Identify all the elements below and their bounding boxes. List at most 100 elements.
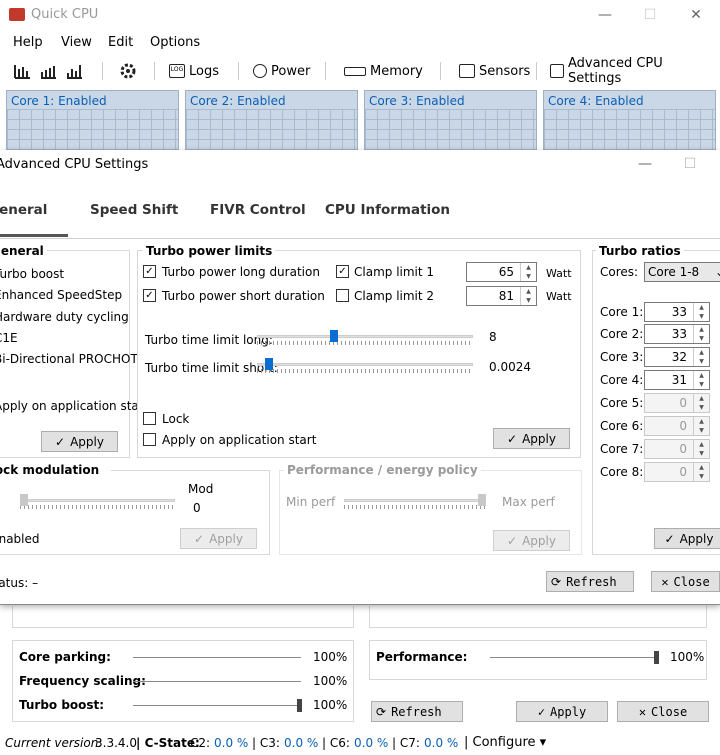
perf-energy-slider[interactable] — [344, 494, 486, 510]
turbo-ratios-apply-button[interactable]: ✓ Apply — [654, 528, 720, 549]
turbo-boost-checkbox[interactable]: Turbo boost — [0, 267, 64, 281]
power-button[interactable]: Power — [253, 60, 310, 82]
dialog-tabs: General Speed Shift FIVR Control CPU Inf… — [0, 192, 720, 238]
minimize-button[interactable]: — — [590, 4, 620, 26]
frequency-scaling-label: Frequency scaling: — [19, 674, 146, 688]
c1e-checkbox[interactable]: C1E — [0, 331, 18, 345]
turbo-long-watt-input[interactable]: 65 ▲ ▼ — [466, 262, 537, 282]
maximize-button[interactable]: ☐ — [635, 4, 665, 26]
core-ratio-label: Core 8: — [600, 465, 644, 479]
dialog-close-button[interactable]: ✕ Close — [651, 571, 720, 592]
sensors-label: Sensors — [479, 63, 531, 79]
bar-chart-icon-3[interactable] — [66, 60, 84, 82]
core-graph-2: Core 2: Enabled — [185, 90, 358, 150]
menu-help[interactable]: Help — [13, 35, 43, 50]
core-graph-4: Core 4: Enabled — [543, 90, 716, 150]
turbo-power-long-checkbox[interactable]: ✓ — [143, 265, 156, 278]
core-ratio-label: Core 2: — [600, 327, 644, 341]
frequency-scaling-slider[interactable] — [133, 681, 301, 682]
core-ratio-input[interactable]: 0 ▲ ▼ — [644, 439, 710, 459]
tab-general[interactable]: General — [0, 202, 47, 218]
turbo-power-short-label: Turbo power short duration — [162, 289, 325, 303]
performance-slider[interactable] — [490, 657, 658, 658]
core-ratio-label: Core 7: — [600, 442, 644, 456]
menu-edit[interactable]: Edit — [108, 35, 133, 50]
core-ratio-input[interactable]: 31 ▲ ▼ — [644, 370, 710, 390]
turbo-apply-on-start-label: Apply on application start — [162, 433, 317, 447]
core-ratio-label: Core 3: — [600, 350, 644, 364]
turbo-time-short-slider[interactable] — [257, 358, 473, 374]
advanced-cpu-settings-button[interactable]: Advanced CPU Settings — [550, 56, 720, 86]
turbo-power-apply-button[interactable]: ✓ Apply — [493, 428, 570, 449]
core-ratio-input[interactable]: 32 ▲ ▼ — [644, 347, 710, 367]
toolbar-separator — [536, 62, 537, 80]
core-graph-3: Core 3: Enabled — [364, 90, 537, 150]
core-ratio-input[interactable]: 33 ▲ ▼ — [644, 302, 710, 322]
frequency-scaling-value: 100% — [313, 674, 348, 688]
close-button-main[interactable]: ✕ Close — [617, 701, 709, 722]
core-ratio-input[interactable]: 0 ▲ ▼ — [644, 416, 710, 436]
clamp-limit-1-checkbox[interactable]: ✓ — [336, 265, 349, 278]
turbo-time-short-value: 0.0024 — [489, 360, 531, 374]
core-parking-slider[interactable] — [133, 657, 301, 658]
general-apply-button[interactable]: ✓ Apply — [41, 431, 118, 452]
menu-options[interactable]: Options — [150, 35, 200, 50]
turbo-short-watt-input[interactable]: 81 ▲ ▼ — [466, 286, 537, 306]
clock-modulation-apply-button[interactable]: ✓ Apply — [180, 528, 257, 549]
apply-button-main[interactable]: ✓ Apply — [516, 701, 608, 722]
tab-speed-shift[interactable]: Speed Shift — [90, 202, 178, 218]
core-parking-value: 100% — [313, 650, 348, 664]
version-label: Current version: — [5, 736, 103, 750]
close-button[interactable]: ✕ — [681, 4, 711, 26]
gear-icon[interactable] — [119, 60, 137, 82]
turbo-ratios-title: Turbo ratios — [596, 244, 684, 258]
lock-checkbox[interactable] — [143, 412, 156, 425]
tab-fivr-control[interactable]: FIVR Control — [210, 202, 306, 218]
enhanced-speedstep-checkbox[interactable]: Enhanced SpeedStep — [0, 288, 122, 302]
bar-chart-icon-1[interactable] — [14, 60, 32, 82]
dialog-minimize-button[interactable]: — — [630, 153, 660, 175]
core-graph-1: Core 1: Enabled — [6, 90, 179, 150]
advanced-cpu-settings-label: Advanced CPU Settings — [567, 56, 663, 86]
turbo-boost-slider-thumb[interactable] — [297, 699, 302, 712]
refresh-label: Refresh — [566, 574, 617, 589]
dialog-maximize-button[interactable]: ☐ — [675, 153, 705, 175]
performance-slider-thumb[interactable] — [654, 651, 659, 664]
apply-label: Apply — [679, 531, 714, 546]
core-ratio-input[interactable]: 33 ▲ ▼ — [644, 324, 710, 344]
bottom-left-panel-top — [12, 606, 354, 628]
core-graph-label: Core 2: Enabled — [190, 94, 286, 108]
toolbar-separator — [440, 62, 441, 80]
turbo-power-short-checkbox[interactable]: ✓ — [143, 289, 156, 302]
turbo-time-long-slider[interactable] — [257, 330, 473, 346]
memory-button[interactable]: Memory — [344, 60, 423, 82]
status-bar: Current version: 3.3.4.0 | C-State: C2: … — [0, 733, 720, 755]
perf-apply-button[interactable]: ✓ Apply — [493, 530, 570, 551]
tab-cpu-information[interactable]: CPU Information — [325, 202, 450, 218]
general-apply-on-start-checkbox[interactable]: Apply on application start — [0, 399, 148, 413]
clamp-limit-2-checkbox[interactable] — [336, 289, 349, 302]
logs-button[interactable]: LOG Logs — [169, 60, 219, 82]
bi-directional-prochot-checkbox[interactable]: Bi-Directional PROCHOT — [0, 352, 138, 366]
menu-view[interactable]: View — [61, 35, 92, 50]
sensors-button[interactable]: Sensors — [459, 60, 530, 82]
chevron-down-icon: ⌄ — [715, 265, 720, 279]
dialog-refresh-button[interactable]: ⟳ Refresh — [546, 571, 634, 592]
cores-select[interactable]: Core 1-8⌄ — [644, 262, 720, 282]
bar-chart-icon-2[interactable] — [40, 60, 58, 82]
configure-dropdown[interactable]: | Configure ▾ — [464, 735, 546, 750]
turbo-apply-on-start-checkbox[interactable] — [143, 433, 156, 446]
core-ratio-input[interactable]: 0 ▲ ▼ — [644, 393, 710, 413]
hardware-duty-cycling-checkbox[interactable]: Hardware duty cycling — [0, 310, 129, 324]
core-ratio-input[interactable]: 0 ▲ ▼ — [644, 462, 710, 482]
clock-modulation-slider[interactable] — [20, 494, 175, 510]
toolbar-separator — [325, 62, 326, 80]
sensors-icon — [459, 64, 475, 78]
refresh-button-main[interactable]: ⟳ Refresh — [371, 701, 463, 722]
clock-modulation-enabled-label[interactable]: Enabled — [0, 532, 40, 546]
slider-thumb[interactable] — [265, 358, 274, 370]
turbo-boost-slider[interactable] — [133, 705, 301, 706]
dialog-title-bar: Advanced CPU Settings — ☐ — [0, 150, 720, 180]
check-icon: ✓ — [537, 704, 546, 719]
slider-thumb[interactable] — [329, 330, 338, 342]
